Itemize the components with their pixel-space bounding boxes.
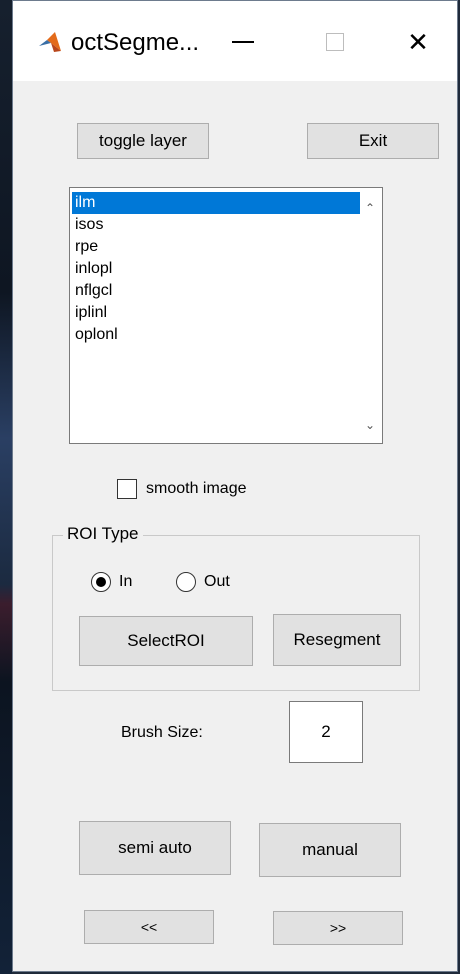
roi-in-option[interactable]: In [91, 572, 132, 592]
maximize-button[interactable] [305, 19, 365, 65]
select-roi-button[interactable]: SelectROI [79, 616, 253, 666]
roi-out-radio[interactable] [176, 572, 196, 592]
minimize-icon [232, 41, 254, 43]
list-item[interactable]: oplonl [72, 324, 360, 346]
layer-list-items: ilm isos rpe inlopl nflgcl iplinl oplonl [72, 192, 360, 346]
scroll-down-icon[interactable]: ⌄ [362, 417, 378, 433]
smooth-image-label: smooth image [146, 480, 247, 497]
list-item[interactable]: inlopl [72, 258, 360, 280]
desktop-background [0, 0, 12, 974]
resegment-button[interactable]: Resegment [273, 614, 401, 666]
brush-size-label: Brush Size: [121, 724, 203, 741]
smooth-image-checkbox[interactable] [117, 479, 137, 499]
manual-button[interactable]: manual [259, 823, 401, 877]
matlab-icon [39, 32, 61, 52]
list-item[interactable]: isos [72, 214, 360, 236]
close-icon: ✕ [407, 26, 429, 57]
list-item[interactable]: nflgcl [72, 280, 360, 302]
layer-listbox[interactable]: ilm isos rpe inlopl nflgcl iplinl oplonl ⌃ ⌄ [69, 187, 383, 444]
toggle-layer-button[interactable]: toggle layer [77, 123, 209, 159]
list-item[interactable]: rpe [72, 236, 360, 258]
brush-size-input[interactable] [289, 701, 363, 763]
window-title: octSegme... [71, 29, 200, 56]
smooth-image-option[interactable]: smooth image [117, 479, 247, 499]
next-button[interactable]: >> [273, 911, 403, 945]
minimize-button[interactable] [213, 19, 273, 65]
exit-button[interactable]: Exit [307, 123, 439, 159]
close-button[interactable]: ✕ [388, 19, 448, 65]
title-bar[interactable]: octSegme... ✕ [13, 1, 457, 81]
roi-type-title: ROI Type [63, 524, 143, 544]
semi-auto-button[interactable]: semi auto [79, 821, 231, 875]
roi-out-option[interactable]: Out [176, 572, 230, 592]
roi-in-label: In [119, 573, 133, 590]
scroll-up-icon[interactable]: ⌃ [362, 200, 378, 216]
list-item[interactable]: iplinl [72, 302, 360, 324]
roi-type-group: ROI Type In Out SelectROI Resegment [52, 524, 420, 691]
list-item[interactable]: ilm [72, 192, 360, 214]
app-window: octSegme... ✕ toggle layer Exit ilm isos r… [12, 0, 458, 972]
maximize-icon [326, 33, 344, 51]
roi-out-label: Out [204, 573, 230, 590]
roi-in-radio[interactable] [91, 572, 111, 592]
previous-button[interactable]: << [84, 910, 214, 944]
